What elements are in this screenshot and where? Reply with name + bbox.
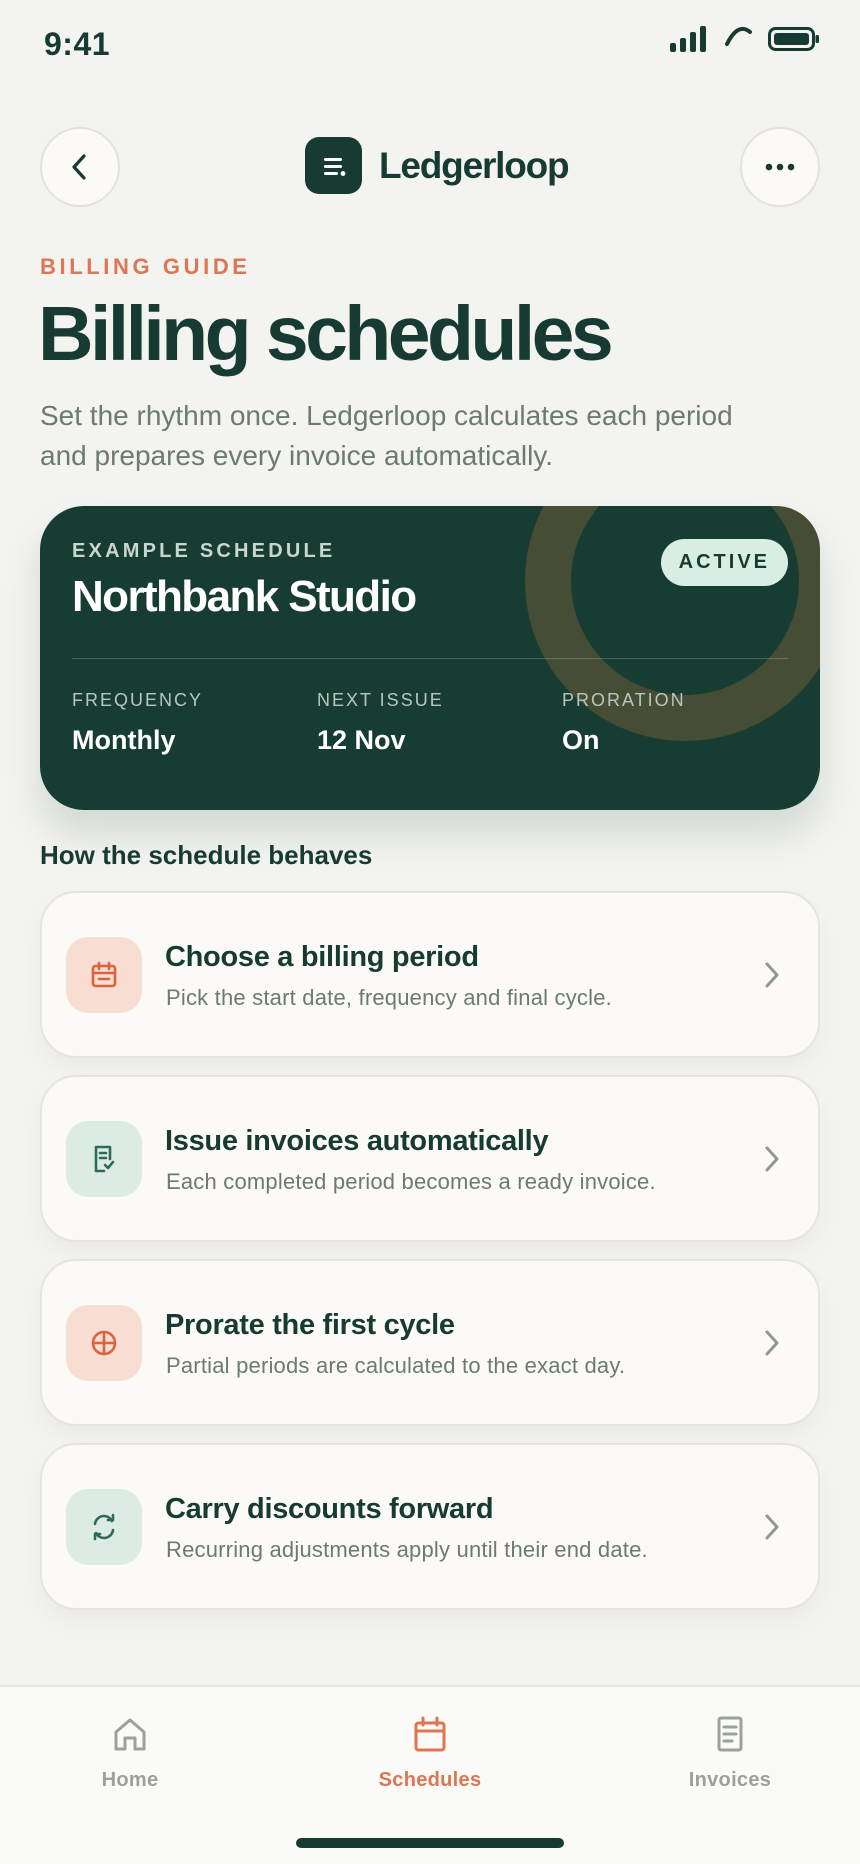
chevron-right-icon — [765, 1146, 779, 1172]
step-carry-discounts[interactable]: Carry discounts forward Recurring adjust… — [40, 1443, 820, 1610]
status-time: 9:41 — [44, 26, 111, 62]
tab-invoices[interactable]: Invoices — [640, 1715, 820, 1792]
chevron-right-icon — [765, 1330, 779, 1356]
home-indicator — [296, 1838, 564, 1848]
calendar-icon — [414, 1716, 446, 1752]
status-icons — [670, 26, 820, 52]
chevron-right-icon — [765, 962, 779, 988]
stat-label: FREQUENCY — [72, 690, 204, 710]
battery-icon — [768, 27, 819, 51]
tab-schedules[interactable]: Schedules — [340, 1715, 520, 1792]
brand: Ledgerloop — [305, 137, 570, 194]
step-description: Recurring adjustments apply until their … — [166, 1537, 648, 1562]
invoice-icon — [94, 1145, 115, 1173]
crosshair-icon — [91, 1330, 117, 1356]
stat-value: On — [562, 725, 600, 755]
stat-value: 12 Nov — [317, 725, 406, 755]
tab-label: Home — [101, 1769, 159, 1791]
stat-label: PRORATION — [562, 690, 686, 710]
tab-label: Invoices — [688, 1769, 772, 1791]
step-title: Choose a billing period — [165, 941, 479, 973]
step-description: Partial periods are calculated to the ex… — [166, 1353, 626, 1378]
stat-value: Monthly — [72, 725, 176, 755]
brand-logo-icon — [305, 137, 362, 194]
tab-label: Schedules — [378, 1769, 482, 1791]
ellipsis-icon — [765, 163, 795, 171]
step-title: Prorate the first cycle — [165, 1309, 455, 1341]
hero-divider — [72, 658, 788, 659]
status-badge: ACTIVE — [660, 539, 788, 586]
signal-icon — [670, 26, 706, 52]
example-schedule-card[interactable]: EXAMPLE SCHEDULE Northbank Studio ACTIVE… — [40, 506, 820, 810]
step-description: Pick the start date, frequency and final… — [166, 985, 612, 1010]
stat-proration: PRORATION On — [562, 690, 686, 756]
step-title: Issue invoices automatically — [165, 1125, 549, 1157]
stat-next-issue: NEXT ISSUE 12 Nov — [317, 690, 444, 756]
step-issue-invoices[interactable]: Issue invoices automatically Each comple… — [40, 1075, 820, 1242]
step-description: Each completed period becomes a ready in… — [166, 1169, 656, 1194]
step-icon-container — [66, 1305, 142, 1381]
chevron-right-icon — [765, 1514, 779, 1540]
step-icon-container — [66, 1121, 142, 1197]
step-icon-container — [66, 937, 142, 1013]
billing-schedules-screen: 9:41 Ledgerloop BILLING GUIDE Billing sc… — [0, 0, 860, 1864]
section-title: How the schedule behaves — [40, 840, 373, 870]
stat-label: NEXT ISSUE — [317, 690, 444, 710]
step-title: Carry discounts forward — [165, 1493, 494, 1525]
tab-home[interactable]: Home — [40, 1715, 220, 1792]
step-icon-container — [66, 1489, 142, 1565]
stat-frequency: FREQUENCY Monthly — [72, 690, 203, 756]
page-eyebrow: BILLING GUIDE — [40, 254, 251, 279]
brand-name: Ledgerloop — [379, 144, 570, 186]
page-title: Billing schedules — [38, 291, 614, 377]
chevron-left-icon — [72, 154, 86, 180]
more-button[interactable] — [740, 127, 820, 207]
hero-eyebrow: EXAMPLE SCHEDULE — [72, 540, 336, 562]
page-subtitle: Set the rhythm once. Ledgerloop calculat… — [40, 400, 733, 471]
repeat-icon — [93, 1513, 115, 1541]
step-prorate-first-cycle[interactable]: Prorate the first cycle Partial periods … — [40, 1259, 820, 1426]
step-choose-billing-period[interactable]: Choose a billing period Pick the start d… — [40, 891, 820, 1058]
hero-title: Northbank Studio — [72, 572, 417, 621]
document-icon — [717, 1716, 743, 1752]
back-button[interactable] — [40, 127, 120, 207]
home-icon — [114, 1718, 146, 1751]
calendar-icon — [91, 961, 117, 988]
wifi-icon — [725, 27, 752, 46]
